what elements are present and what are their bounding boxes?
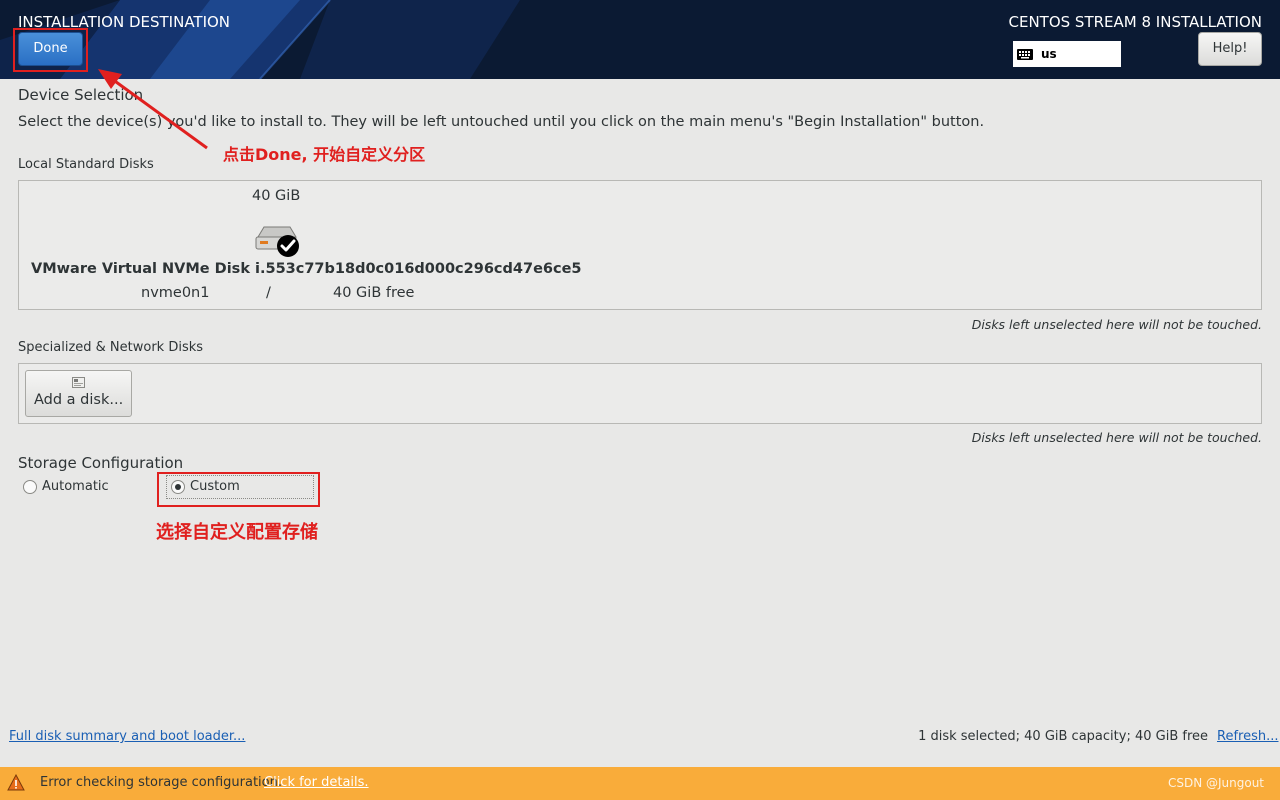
header-background-art bbox=[0, 0, 520, 79]
device-selection-title: Device Selection bbox=[18, 86, 144, 104]
watermark: CSDN @Jungout bbox=[1167, 776, 1264, 790]
error-details-link[interactable]: Click for details. bbox=[264, 775, 369, 790]
add-disk-label: Add a disk... bbox=[34, 392, 124, 408]
full-disk-summary-link[interactable]: Full disk summary and boot loader... bbox=[9, 729, 245, 744]
add-disk-button[interactable]: Add a disk... bbox=[25, 370, 132, 417]
custom-annotation-box bbox=[157, 472, 320, 507]
device-selection-description: Select the device(s) you'd like to insta… bbox=[18, 114, 985, 130]
product-title: CENTOS STREAM 8 INSTALLATION bbox=[1008, 13, 1263, 31]
error-bar[interactable]: Error checking storage configuration. Cl… bbox=[0, 767, 1280, 800]
keyboard-layout-label: us bbox=[1041, 47, 1057, 61]
network-disks-title: Specialized & Network Disks bbox=[18, 340, 204, 355]
warning-icon bbox=[7, 774, 25, 791]
hard-disk-selected-icon bbox=[255, 226, 299, 257]
storage-config-title: Storage Configuration bbox=[18, 454, 184, 472]
header-bar: INSTALLATION DESTINATION CENTOS STREAM 8… bbox=[0, 0, 1280, 79]
keyboard-layout-indicator[interactable]: us bbox=[1013, 41, 1121, 67]
automatic-radio-label[interactable]: Automatic bbox=[42, 479, 109, 494]
help-button[interactable]: Help! bbox=[1198, 32, 1262, 66]
disk-summary-text: 1 disk selected; 40 GiB capacity; 40 GiB… bbox=[918, 729, 1208, 744]
refresh-link[interactable]: Refresh... bbox=[1217, 729, 1279, 744]
disk-free-space: 40 GiB free bbox=[333, 285, 415, 301]
add-disk-icon bbox=[72, 377, 85, 388]
error-message: Error checking storage configuration. bbox=[40, 775, 282, 790]
custom-annotation-text: 选择自定义配置存储 bbox=[156, 522, 318, 543]
keyboard-icon bbox=[1017, 48, 1033, 60]
disk-size: 40 GiB bbox=[252, 188, 301, 204]
disk-mount: / bbox=[266, 285, 271, 301]
local-disks-note: Disks left unselected here will not be t… bbox=[971, 317, 1262, 332]
network-disks-note: Disks left unselected here will not be t… bbox=[971, 430, 1262, 445]
disk-device: nvme0n1 bbox=[141, 285, 210, 301]
network-disks-panel bbox=[18, 363, 1262, 424]
local-disks-title: Local Standard Disks bbox=[18, 157, 154, 172]
automatic-radio[interactable] bbox=[23, 480, 37, 494]
disk-name: VMware Virtual NVMe Disk i.553c77b18d0c0… bbox=[31, 261, 582, 277]
done-annotation-text: 点击Done, 开始自定义分区 bbox=[223, 145, 426, 164]
done-annotation-box bbox=[13, 28, 88, 72]
